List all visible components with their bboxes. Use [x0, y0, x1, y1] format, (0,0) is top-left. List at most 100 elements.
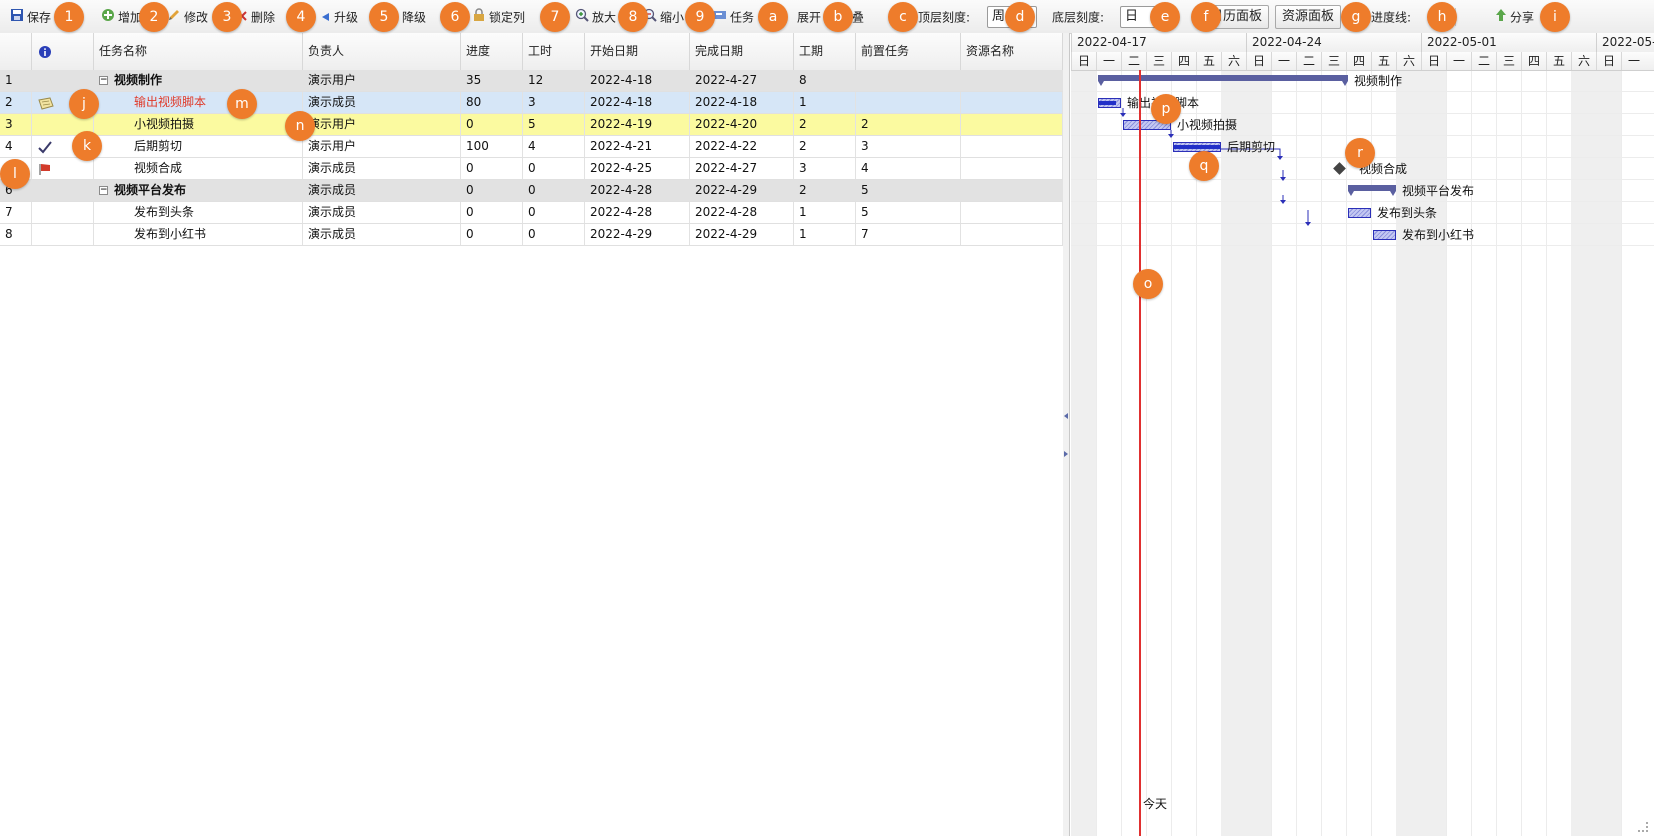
- header-end-date[interactable]: 完成日期: [690, 33, 794, 70]
- resource-cell[interactable]: [961, 158, 1063, 179]
- owner-cell[interactable]: 演示成员: [303, 180, 461, 201]
- progress-cell[interactable]: 0: [461, 158, 523, 179]
- task-name-cell[interactable]: 发布到头条: [94, 202, 303, 223]
- duration-cell[interactable]: 3: [794, 158, 856, 179]
- header-owner[interactable]: 负责人: [303, 33, 461, 70]
- start-date-cell[interactable]: 2022-4-19: [585, 114, 690, 135]
- predecessor-cell[interactable]: 5: [856, 202, 961, 223]
- duration-cell[interactable]: 1: [794, 202, 856, 223]
- header-duration[interactable]: 工期: [794, 33, 856, 70]
- header-task-name[interactable]: 任务名称: [94, 33, 303, 70]
- resize-grip-icon[interactable]: [1638, 822, 1648, 832]
- owner-cell[interactable]: 演示成员: [303, 224, 461, 245]
- resource-cell[interactable]: [961, 180, 1063, 201]
- task-bar-script[interactable]: [1098, 98, 1121, 108]
- progress-cell[interactable]: 0: [461, 114, 523, 135]
- zoom-out-button[interactable]: 缩小: [643, 7, 684, 27]
- predecessor-cell[interactable]: 4: [856, 158, 961, 179]
- zoom-in-button[interactable]: 放大: [575, 7, 616, 27]
- table-row[interactable]: 6 − 视频平台发布 演示成员 0 0 2022-4-28 2022-4-29 2…: [0, 180, 1063, 202]
- duration-cell[interactable]: 2: [794, 136, 856, 157]
- expand-button[interactable]: 展开: [797, 7, 821, 27]
- note-icon[interactable]: [38, 96, 54, 113]
- table-row[interactable]: 1 − 视频制作 演示用户 35 12 2022-4-18 2022-4-27 8: [0, 70, 1063, 92]
- header-hours[interactable]: 工时: [523, 33, 585, 70]
- task-bar-toutiao[interactable]: [1348, 208, 1371, 218]
- owner-cell[interactable]: 演示成员: [303, 92, 461, 113]
- downgrade-button[interactable]: 降级: [402, 7, 426, 27]
- end-date-cell[interactable]: 2022-4-18: [690, 92, 794, 113]
- resource-cell[interactable]: [961, 202, 1063, 223]
- hours-cell[interactable]: 0: [523, 202, 585, 223]
- predecessor-cell[interactable]: [856, 70, 961, 91]
- owner-cell[interactable]: 演示用户: [303, 70, 461, 91]
- predecessor-cell[interactable]: [856, 92, 961, 113]
- progress-cell[interactable]: 100: [461, 136, 523, 157]
- owner-cell[interactable]: 演示成员: [303, 202, 461, 223]
- edit-button[interactable]: 修改: [167, 7, 208, 27]
- task-bar-xiaohongshu[interactable]: [1373, 230, 1396, 240]
- start-date-cell[interactable]: 2022-4-28: [585, 180, 690, 201]
- task-bar-editing[interactable]: [1173, 142, 1221, 152]
- table-row[interactable]: 7 发布到头条 演示成员 0 0 2022-4-28 2022-4-28 1 5: [0, 202, 1063, 224]
- predecessor-cell[interactable]: 7: [856, 224, 961, 245]
- task-name-cell[interactable]: − 视频制作: [94, 70, 303, 91]
- end-date-cell[interactable]: 2022-4-27: [690, 70, 794, 91]
- header-progress[interactable]: 进度: [461, 33, 523, 70]
- owner-cell[interactable]: 演示用户: [303, 114, 461, 135]
- task-name-cell[interactable]: 后期剪切: [94, 136, 303, 157]
- table-row[interactable]: 5 视频合成 演示成员 0 0 2022-4-25 2022-4-27 3 4: [0, 158, 1063, 180]
- upgrade-button[interactable]: 升级: [321, 7, 358, 27]
- start-date-cell[interactable]: 2022-4-29: [585, 224, 690, 245]
- end-date-cell[interactable]: 2022-4-27: [690, 158, 794, 179]
- progress-cell[interactable]: 0: [461, 180, 523, 201]
- task-button[interactable]: 任务: [713, 7, 754, 27]
- resource-cell[interactable]: [961, 224, 1063, 245]
- predecessor-cell[interactable]: 5: [856, 180, 961, 201]
- hours-cell[interactable]: 12: [523, 70, 585, 91]
- hours-cell[interactable]: 0: [523, 180, 585, 201]
- table-row[interactable]: 8 发布到小红书 演示成员 0 0 2022-4-29 2022-4-29 1 …: [0, 224, 1063, 246]
- end-date-cell[interactable]: 2022-4-29: [690, 180, 794, 201]
- share-button[interactable]: 分享: [1495, 7, 1534, 27]
- hours-cell[interactable]: 0: [523, 224, 585, 245]
- end-date-cell[interactable]: 2022-4-28: [690, 202, 794, 223]
- task-name-cell[interactable]: − 视频平台发布: [94, 180, 303, 201]
- end-date-cell[interactable]: 2022-4-29: [690, 224, 794, 245]
- summary-bar-platform-release[interactable]: [1348, 185, 1396, 196]
- save-button[interactable]: 保存: [10, 7, 51, 27]
- owner-cell[interactable]: 演示成员: [303, 158, 461, 179]
- duration-cell[interactable]: 2: [794, 114, 856, 135]
- header-resource[interactable]: 资源名称: [961, 33, 1063, 70]
- progress-cell[interactable]: 0: [461, 202, 523, 223]
- start-date-cell[interactable]: 2022-4-18: [585, 70, 690, 91]
- task-name-cell[interactable]: 输出视频脚本: [94, 92, 303, 113]
- table-row[interactable]: 2 输出视频脚本 演示成员 80 3 2022-4-18 2022-4-18 1: [0, 92, 1063, 114]
- resource-cell[interactable]: [961, 70, 1063, 91]
- add-button[interactable]: 增加: [101, 7, 142, 27]
- hours-cell[interactable]: 3: [523, 92, 585, 113]
- header-start-date[interactable]: 开始日期: [585, 33, 690, 70]
- panel-splitter[interactable]: [1063, 33, 1070, 836]
- resource-cell[interactable]: [961, 136, 1063, 157]
- start-date-cell[interactable]: 2022-4-18: [585, 92, 690, 113]
- summary-bar-video-production[interactable]: [1098, 75, 1348, 86]
- start-date-cell[interactable]: 2022-4-28: [585, 202, 690, 223]
- resource-panel-button[interactable]: 资源面板: [1275, 5, 1342, 29]
- duration-cell[interactable]: 1: [794, 224, 856, 245]
- task-name-cell[interactable]: 发布到小红书: [94, 224, 303, 245]
- duration-cell[interactable]: 8: [794, 70, 856, 91]
- progress-cell[interactable]: 0: [461, 224, 523, 245]
- collapse-left-icon[interactable]: [1064, 413, 1068, 419]
- resource-cell[interactable]: [961, 114, 1063, 135]
- resource-cell[interactable]: [961, 92, 1063, 113]
- end-date-cell[interactable]: 2022-4-22: [690, 136, 794, 157]
- hours-cell[interactable]: 4: [523, 136, 585, 157]
- progress-cell[interactable]: 80: [461, 92, 523, 113]
- table-row[interactable]: 4 后期剪切 演示用户 100 4 2022-4-21 2022-4-22 2 …: [0, 136, 1063, 158]
- table-row[interactable]: 3 小视频拍摄 演示用户 0 5 2022-4-19 2022-4-20 2 2: [0, 114, 1063, 136]
- task-name-cell[interactable]: 小视频拍摄: [94, 114, 303, 135]
- hours-cell[interactable]: 0: [523, 158, 585, 179]
- milestone-diamond[interactable]: [1333, 162, 1346, 175]
- task-name-cell[interactable]: 视频合成: [94, 158, 303, 179]
